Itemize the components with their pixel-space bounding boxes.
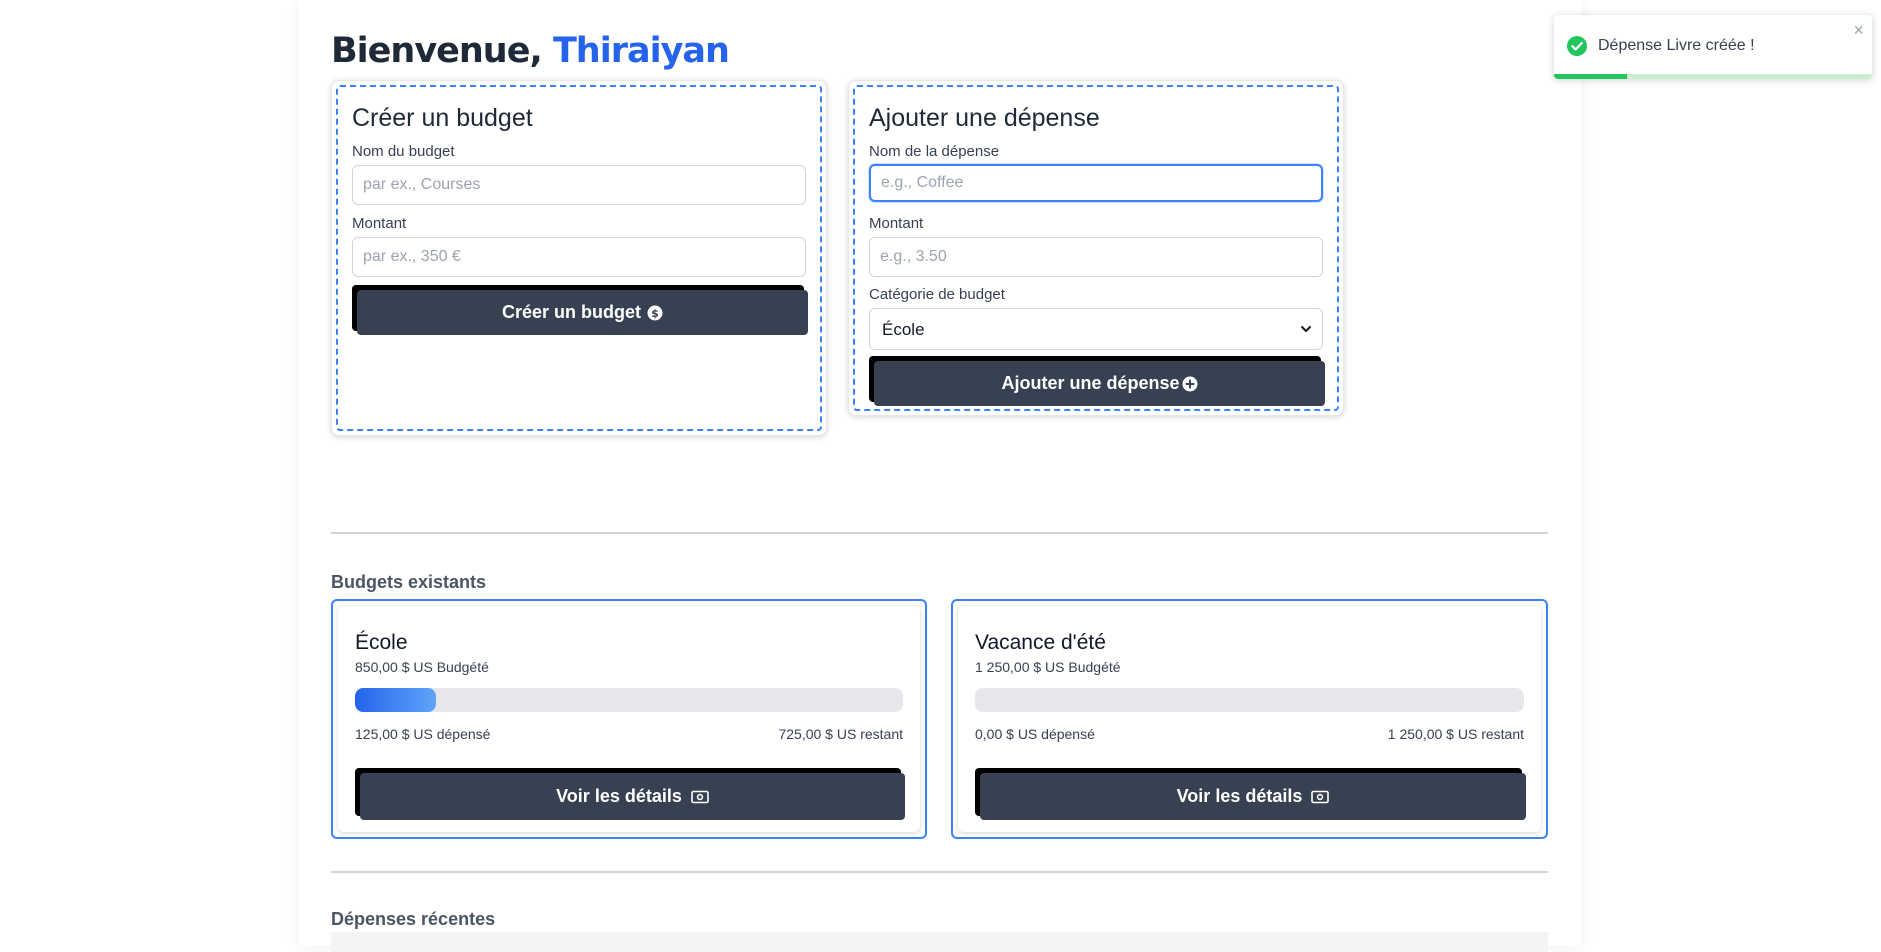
check-circle-icon [1567, 36, 1587, 56]
add-expense-title: Ajouter une dépense [869, 104, 1100, 132]
budget-spent: 125,00 $ US dépensé [355, 726, 491, 742]
view-details-button-label: Voir les détails [556, 786, 682, 806]
add-expense-button-label: Ajouter une dépense [1001, 373, 1180, 393]
budget-spent: 0,00 $ US dépensé [975, 726, 1095, 742]
budget-progress-bar [975, 688, 1524, 712]
banknote-icon [691, 790, 709, 803]
budget-name-input[interactable] [352, 165, 806, 205]
add-expense-card: Ajouter une dépense Nom de la dépense Mo… [848, 80, 1344, 416]
section-divider-bottom [331, 871, 1548, 873]
budget-category-selected: École [882, 320, 925, 339]
page-container: Bienvenue, Thiraiyan Créer un budget Nom… [299, 0, 1581, 952]
view-details-button-wrap: Voir les détails [355, 768, 905, 820]
banknote-icon [1311, 790, 1330, 803]
toast-message: Dépense Livre créée ! [1598, 37, 1755, 54]
budget-card: Vacance d'été 1 250,00 $ US Budgété 0,00… [951, 599, 1548, 839]
budget-card-inner: Vacance d'été 1 250,00 $ US Budgété 0,00… [958, 606, 1541, 832]
view-details-button[interactable]: Voir les détails [360, 773, 905, 820]
welcome-greeting: Bienvenue, [331, 31, 543, 71]
budget-amount: 850,00 $ US Budgété [355, 659, 489, 675]
budget-card-inner: École 850,00 $ US Budgété 125,00 $ US dé… [338, 606, 920, 832]
toast-timer-fill [1554, 74, 1628, 79]
section-divider-top [331, 532, 1548, 534]
budget-name: École [355, 631, 408, 654]
expense-name-input[interactable] [869, 164, 1323, 202]
create-budget-title: Créer un budget [352, 104, 533, 132]
success-toast: Dépense Livre créée ! × [1554, 15, 1872, 79]
expense-name-label: Nom de la dépense [869, 143, 1000, 160]
budget-category-label: Catégorie de budget [869, 286, 1005, 303]
toast-close-button[interactable]: × [1853, 20, 1864, 41]
dollar-circle-icon: $ [647, 305, 663, 320]
budget-name-label: Nom du budget [352, 143, 455, 160]
welcome-heading: Bienvenue, Thiraiyan [331, 31, 730, 71]
welcome-username: Thiraiyan [552, 31, 730, 71]
budget-category-select[interactable]: École [869, 308, 1323, 350]
svg-text:$: $ [651, 307, 659, 320]
budget-progress-fill [355, 688, 436, 712]
budget-name: Vacance d'été [975, 631, 1106, 654]
add-expense-button-wrap: Ajouter une dépense [869, 356, 1325, 406]
budget-amount-label: Montant [352, 215, 407, 232]
view-details-button-label: Voir les détails [1176, 786, 1303, 806]
expense-amount-input[interactable] [869, 237, 1323, 277]
plus-circle-icon [1182, 376, 1198, 391]
existing-budgets-title: Budgets existants [331, 572, 487, 592]
toast-timer-track [1554, 74, 1872, 79]
create-budget-button-wrap: Créer un budget $ [352, 285, 808, 335]
add-expense-button[interactable]: Ajouter une dépense [874, 361, 1325, 406]
recent-expenses-table-header [331, 932, 1548, 952]
budget-amount-input[interactable] [352, 237, 806, 277]
budget-card: École 850,00 $ US Budgété 125,00 $ US dé… [331, 599, 927, 839]
recent-expenses-title: Dépenses récentes [331, 909, 496, 929]
view-details-button[interactable]: Voir les détails [980, 773, 1526, 820]
expense-amount-label: Montant [869, 215, 924, 232]
budget-remaining: 1 250,00 $ US restant [1387, 726, 1524, 742]
create-budget-button-label: Créer un budget [501, 302, 641, 322]
budget-amount: 1 250,00 $ US Budgété [975, 659, 1121, 675]
create-budget-card: Créer un budget Nom du budget Montant Cr… [331, 80, 827, 436]
budget-remaining: 725,00 $ US restant [778, 726, 903, 742]
chevron-down-icon [1301, 326, 1311, 332]
budget-progress-bar [355, 688, 903, 712]
view-details-button-wrap: Voir les détails [975, 768, 1526, 820]
create-budget-button[interactable]: Créer un budget $ [357, 290, 808, 335]
